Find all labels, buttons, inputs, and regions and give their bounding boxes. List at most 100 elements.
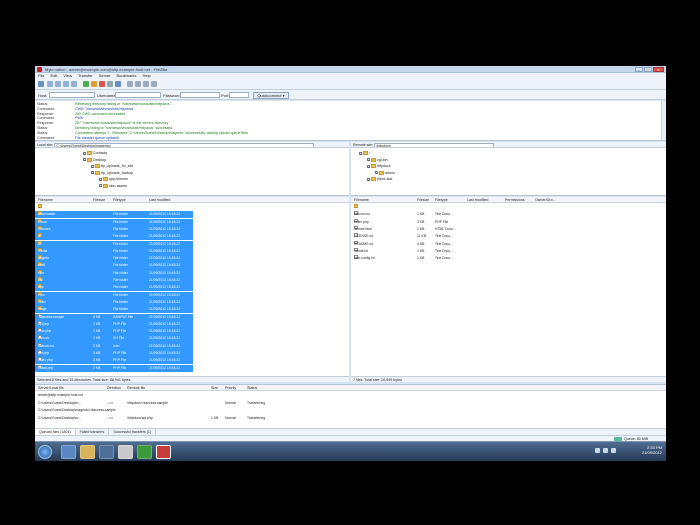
local-tree-node[interactable]: + skin-assets	[99, 183, 127, 189]
local-col-modified[interactable]: Last modified	[149, 197, 170, 203]
remote-file-row[interactable]: web.config.txt 1 KB Text Docu...	[351, 255, 666, 262]
queue-col-remote[interactable]: Remote file	[127, 385, 145, 391]
local-file-row[interactable]: media File folder 21/09/2012 15:43:22	[35, 247, 193, 255]
toggle-queue-icon[interactable]	[71, 81, 77, 87]
local-col-filesize[interactable]: Filesize	[93, 197, 105, 203]
sync-browse-icon[interactable]	[143, 81, 149, 87]
remote-tree-node[interactable]: + cgi-bin	[367, 157, 388, 163]
queue-row[interactable]: admin@sftp.example-host.net	[35, 392, 666, 399]
remote-col-filesize[interactable]: Filesize	[417, 197, 429, 203]
queue-row[interactable]: C:\Users\Guest\Desktop\m... -->> /httpdocs…	[35, 415, 666, 422]
port-input[interactable]	[229, 92, 249, 98]
cancel-icon[interactable]	[99, 81, 105, 87]
search-icon[interactable]	[151, 81, 157, 87]
queue-row[interactable]: C:\Users\Guest\Desktop\m... -->> /httpdocs…	[35, 400, 666, 407]
local-tree-node[interactable]: + ftp_uploads_for_site	[91, 163, 133, 169]
remote-col-modified[interactable]: Last modified	[467, 197, 488, 203]
site-manager-icon[interactable]	[38, 81, 44, 87]
taskbar-filezilla-icon[interactable]	[156, 445, 171, 459]
local-file-row[interactable]: pkginfo File folder 21/09/2012 15:43:22	[35, 255, 193, 263]
local-file-row[interactable]: ..	[35, 204, 349, 211]
local-file-row[interactable]: cron.php 2 KB PHP File 21/09/2012 15:43:22	[35, 328, 193, 336]
remote-file-row[interactable]: robots.txt 1 KB Text Docu...	[351, 247, 666, 255]
filter-icon[interactable]	[127, 81, 133, 87]
disconnect-icon[interactable]	[107, 81, 113, 87]
taskbar-media-icon[interactable]	[99, 445, 114, 459]
remote-file-row[interactable]: ..	[351, 204, 666, 211]
remote-file-row[interactable]: license.html 1 KB HTML Docu...	[351, 225, 666, 233]
local-tree-node[interactable]: + app-themes	[99, 176, 128, 182]
minimize-button[interactable]: –	[635, 67, 643, 72]
expand-toggle-icon[interactable]: +	[375, 171, 378, 175]
log-scrollbar[interactable]	[661, 101, 666, 140]
local-file-row[interactable]: includes File folder 21/09/2012 15:43:22	[35, 225, 193, 234]
remote-tree-node[interactable]: + admin	[375, 170, 395, 176]
local-file-row[interactable]: .htaccess.sample 5 KB SAMPLE File 21/09/201…	[35, 313, 193, 321]
expand-toggle-icon[interactable]: +	[83, 158, 86, 162]
password-input[interactable]	[180, 92, 220, 98]
remote-col-owner[interactable]: Owner/Gro...	[535, 197, 556, 203]
local-file-row[interactable]: downloader File folder 21/09/2012 15:43:22	[35, 211, 193, 219]
remote-col-filename[interactable]: Filename	[354, 197, 369, 203]
queue-row[interactable]: C:\Users\Guest\Desktop\magento\.htaccess…	[35, 407, 666, 414]
local-tree-node[interactable]: + ftp_uploads_backup	[91, 170, 133, 176]
local-file-row[interactable]: app File folder 21/09/2012 15:43:22	[35, 284, 193, 292]
local-tree-node[interactable]: + Desktop	[83, 157, 106, 163]
tray-flag-icon[interactable]	[611, 448, 616, 453]
local-file-row[interactable]: api.php 2 KB PHP File 21/09/2012 15:43:22	[35, 320, 193, 328]
remote-col-permissions[interactable]: Permissions	[505, 197, 525, 203]
remote-tree-node[interactable]: + plesk-stat	[367, 176, 392, 182]
queue-col-server[interactable]: Server/Local file	[38, 385, 64, 391]
compare-icon[interactable]	[135, 81, 141, 87]
tray-volume-icon[interactable]	[603, 448, 608, 453]
remote-tree-node[interactable]: + /	[359, 150, 370, 156]
remote-file-row[interactable]: index.php 3 KB PHP File	[351, 218, 666, 226]
remote-path-input[interactable]: /httpdocs	[374, 142, 495, 147]
local-file-row[interactable]: shell File folder 21/09/2012 15:43:22	[35, 262, 193, 270]
toggle-log-icon[interactable]	[47, 81, 53, 87]
expand-toggle-icon[interactable]: +	[91, 164, 94, 168]
tray-network-icon[interactable]	[595, 448, 600, 453]
taskbar-explorer-icon[interactable]	[80, 445, 95, 459]
local-file-row[interactable]: index File folder 21/09/2012 15:43:22	[35, 298, 193, 307]
expand-toggle-icon[interactable]: +	[83, 151, 86, 155]
remote-file-row[interactable]: favicon.ico 1 KB Text Docu...	[351, 211, 666, 218]
close-button[interactable]: x	[653, 67, 664, 72]
remote-file-row[interactable]: README.txt 4 KB Text Docu...	[351, 240, 666, 248]
reconnect-icon[interactable]	[115, 81, 121, 87]
local-file-row[interactable]: index.php 3 KB PHP File 21/09/2012 15:43:22	[35, 357, 193, 365]
remote-file-row[interactable]: LICENSE.txt 11 KB Text Docu...	[351, 233, 666, 240]
local-file-row[interactable]: cron.sh 2 KB SH File 21/09/2012 15:43:22	[35, 335, 193, 343]
queue-col-direction[interactable]: Direction	[107, 385, 121, 391]
host-input[interactable]	[49, 92, 95, 98]
process-queue-icon[interactable]	[91, 81, 97, 87]
taskbar-app-icon[interactable]	[137, 445, 152, 459]
expand-toggle-icon[interactable]: +	[367, 177, 370, 181]
local-col-filetype[interactable]: Filetype	[113, 197, 126, 203]
toggle-remote-tree-icon[interactable]	[63, 81, 69, 87]
local-file-row[interactable]: errors File folder 21/09/2012 15:43:22	[35, 218, 193, 226]
username-input[interactable]	[115, 92, 161, 98]
local-col-filename[interactable]: Filename	[38, 197, 53, 203]
expand-toggle-icon[interactable]: +	[99, 184, 102, 188]
local-file-row[interactable]: get.php 3 KB PHP File 21/09/2012 15:43:22	[35, 350, 193, 358]
local-file-row[interactable]: install.php 2 KB PHP File 21/09/2012 15:43:…	[35, 364, 193, 372]
expand-toggle-icon[interactable]: +	[99, 177, 102, 181]
expand-toggle-icon[interactable]: +	[359, 151, 362, 155]
taskbar-ie-icon[interactable]	[61, 445, 76, 459]
expand-toggle-icon[interactable]: +	[367, 164, 370, 168]
remote-col-filetype[interactable]: Filetype	[435, 197, 448, 203]
maximize-button[interactable]: □	[644, 67, 652, 72]
local-file-row[interactable]: js File folder 21/09/2012 15:43:22	[35, 233, 193, 241]
taskbar-notepad-icon[interactable]	[118, 445, 133, 459]
local-file-row[interactable]: mage File folder 21/09/2012 15:43:22	[35, 306, 193, 314]
local-file-row[interactable]: favicon.ico 2 KB Icon 21/09/2012 15:43:22	[35, 342, 193, 350]
refresh-icon[interactable]	[83, 81, 89, 87]
local-path-input[interactable]: C:\Users\Guest\Desktop\magento\	[54, 142, 315, 147]
local-file-row[interactable]: var File folder 21/09/2012 15:43:22	[35, 277, 193, 285]
queue-col-size[interactable]: Size	[211, 385, 218, 391]
local-file-row[interactable]: skin File folder 21/09/2012 15:43:22	[35, 269, 193, 277]
tray-clock[interactable]: 2:33 PM 21/09/2012	[642, 445, 662, 455]
remote-tree-node[interactable]: + httpdocs	[367, 163, 391, 169]
expand-toggle-icon[interactable]: +	[367, 158, 370, 162]
